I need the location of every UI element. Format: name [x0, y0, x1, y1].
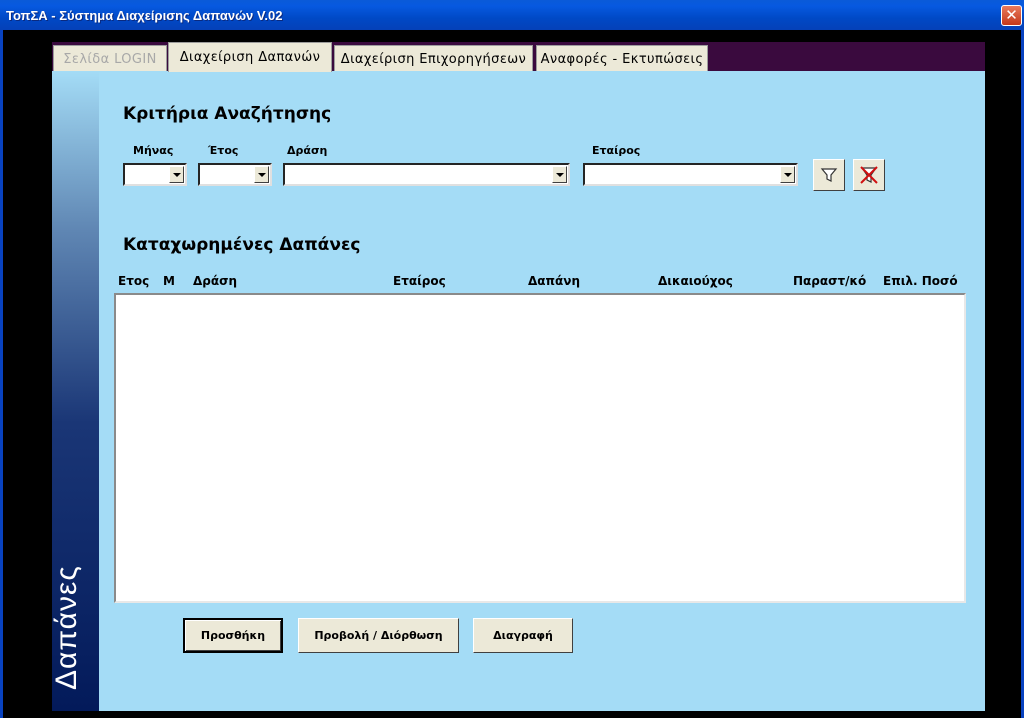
- window-title: ΤοπΣΑ - Σύστημα Διαχείρισης Δαπανών V.02: [6, 7, 283, 23]
- clear-filter-icon: [860, 166, 878, 184]
- apply-filter-button[interactable]: [813, 159, 845, 191]
- view-edit-button[interactable]: Προβολή / Διόρθωση: [298, 618, 459, 653]
- search-criteria-title: Κριτήρια Αναζήτησης: [123, 104, 332, 124]
- window-title-bar: ΤοπΣΑ - Σύστημα Διαχείρισης Δαπανών V.02…: [0, 0, 1024, 30]
- chevron-down-icon[interactable]: [254, 166, 269, 183]
- registered-expenses-title: Καταχωρημένες Δαπάνες: [123, 235, 361, 255]
- tab-login[interactable]: Σελίδα LOGIN: [53, 45, 167, 72]
- col-header-expense: Δαπάνη: [528, 274, 580, 288]
- expenses-list[interactable]: [114, 293, 966, 603]
- filter-icon: [820, 168, 838, 182]
- chevron-down-icon[interactable]: [552, 166, 567, 183]
- delete-button[interactable]: Διαγραφή: [473, 618, 573, 653]
- tab-grants-management[interactable]: Διαχείριση Επιχορηγήσεων: [334, 45, 533, 72]
- year-select[interactable]: [198, 163, 272, 186]
- col-header-beneficiary: Δικαιούχος: [658, 274, 733, 288]
- month-label: Μήνας: [133, 144, 174, 157]
- month-select[interactable]: [123, 163, 187, 186]
- chevron-down-icon[interactable]: [169, 166, 184, 183]
- col-header-action: Δράση: [193, 274, 238, 288]
- action-select[interactable]: [283, 163, 570, 186]
- partner-label: Εταίρος: [592, 144, 641, 157]
- tab-reports-prints[interactable]: Αναφορές - Εκτυπώσεις: [536, 45, 708, 72]
- add-button[interactable]: Προσθήκη: [183, 618, 283, 653]
- clear-filter-button[interactable]: [853, 159, 885, 191]
- window-frame-left: [0, 30, 3, 718]
- col-header-document: Παραστ/κό: [793, 274, 867, 288]
- close-icon[interactable]: ✕: [1001, 5, 1022, 26]
- col-header-eligible-amount: Επιλ. Ποσό: [883, 274, 958, 288]
- col-header-partner: Εταίρος: [393, 274, 446, 288]
- year-label: Έτος: [208, 144, 239, 157]
- col-header-year: Ετος: [118, 274, 150, 288]
- chevron-down-icon[interactable]: [780, 166, 795, 183]
- action-label: Δράση: [287, 144, 328, 157]
- partner-select[interactable]: [583, 163, 798, 186]
- col-header-month: Μ: [163, 274, 175, 288]
- sidebar-label: Δαπάνες: [50, 565, 83, 690]
- tab-expenses-management[interactable]: Διαχείριση Δαπανών: [168, 42, 332, 72]
